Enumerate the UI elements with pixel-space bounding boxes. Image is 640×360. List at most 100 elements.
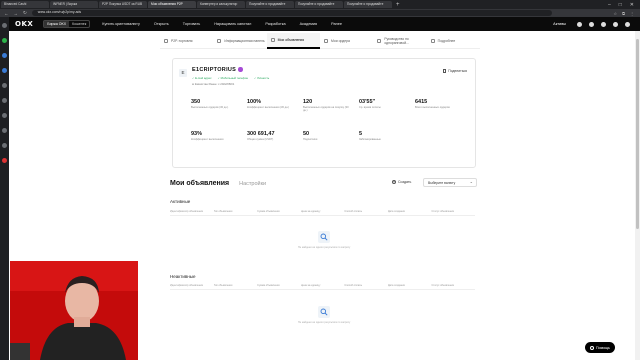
tab-dashboard[interactable]: Информационная панель (213, 33, 267, 49)
column-header: Способ оплаты (344, 284, 363, 287)
sidebar-app-icon[interactable] (2, 113, 7, 118)
sidebar-app-icon[interactable] (2, 128, 7, 133)
mode-switch: Биржа OKX Кошелек (43, 20, 91, 28)
column-header: Статус объявления (431, 284, 454, 287)
p2p-subtabs: P2P-торговля Информационная панель Мои о… (160, 33, 480, 49)
stat-item: 100% Коэффициент выполнения (30 дн.) (247, 99, 290, 109)
stat-item: 93% Коэффициент выполнения (191, 131, 224, 141)
tab-ad-settings[interactable]: Настройки (239, 181, 266, 187)
browser-tab[interactable]: Конвертер и калькулятор (197, 1, 245, 8)
column-header: Цена за единицу (300, 210, 321, 213)
mode-exchange[interactable]: Биржа OKX (44, 21, 70, 27)
extensions-icon[interactable]: ⧉ (622, 11, 625, 16)
sidebar-app-icon[interactable] (2, 158, 7, 163)
new-tab-icon[interactable]: + (396, 2, 400, 8)
window-controls: – □ ✕ (608, 2, 640, 8)
sidebar-app-icon[interactable] (2, 98, 7, 103)
browser-actions: ☆ ⧉ ⋮ (614, 11, 640, 16)
browser-tab[interactable]: Binanced Cashi (1, 1, 49, 8)
help-icon (590, 345, 595, 350)
bell-icon[interactable] (601, 21, 606, 27)
globe-icon[interactable] (625, 21, 630, 27)
nav-item[interactable]: Академия (300, 22, 318, 26)
tab-my-orders[interactable]: Мои ордера (319, 33, 374, 49)
column-header: Тип объявления (213, 284, 233, 287)
nav-item[interactable]: Открыть (154, 22, 169, 26)
bookmark-icon[interactable]: ☆ (614, 11, 618, 16)
share-button[interactable]: Поделиться (442, 69, 467, 73)
column-header: Идентификатор объявления (170, 210, 204, 213)
create-ad-button[interactable]: + Создать (392, 180, 411, 184)
scrollbar[interactable] (635, 31, 640, 360)
sidebar-app-icon[interactable] (2, 38, 7, 43)
empty-state-text: Не найдено ни одного результата по запро… (298, 246, 351, 249)
tab-guide[interactable]: Руководство по одноранговой... (373, 33, 427, 49)
inactive-ads-title: Неактивные (170, 274, 196, 279)
mode-wallet[interactable]: Кошелек (69, 21, 89, 27)
sidebar-app-icon[interactable] (2, 68, 7, 73)
address-bar-row: ← → ↻ www.okx.com/ru/p2p/my-ads ☆ ⧉ ⋮ (0, 9, 640, 17)
sidebar-app-icon[interactable] (2, 23, 7, 28)
forward-icon[interactable]: → (14, 11, 19, 16)
browser-tab[interactable]: Покупайте и продавайте (295, 1, 343, 8)
assets-button[interactable]: Активы (553, 22, 566, 26)
back-icon[interactable]: ← (4, 11, 9, 16)
badge-identity: ✓ Личность (254, 76, 270, 80)
my-ads-header: Мои объявления Настройки (170, 180, 266, 187)
profile-meta: м Казахстан Ранее: с 2022/08/01 (192, 82, 235, 86)
username: E1CRIPTORIUS (192, 67, 243, 73)
help-button[interactable]: Помощь (585, 342, 615, 353)
nav-item[interactable]: Ранее (331, 22, 342, 26)
stat-item: 300 691,47 Общая сумма (USDT) (247, 131, 275, 141)
badge-phone: ✓ Мобильный телефон (217, 76, 249, 80)
profile-card: E E1CRIPTORIUS ✓ E-mail адрес ✓ Мобильны… (172, 58, 476, 168)
browser-tab-bar: Binanced Cashi INFNER | Биржа P2P Покупк… (0, 0, 640, 9)
browser-tab[interactable]: INFNER | Биржа (50, 1, 98, 8)
currency-select[interactable]: Выберите валюту (423, 178, 477, 187)
stat-item: 03'55" Ср. время оплаты (359, 99, 381, 109)
nav-item[interactable]: Разработка (265, 22, 285, 26)
column-header: Сумма объявления (257, 284, 280, 287)
column-header: Способ оплаты (344, 210, 363, 213)
scrollbar-thumb[interactable] (636, 39, 639, 229)
sidebar-app-icon[interactable] (2, 83, 7, 88)
main-nav: Купить криптовалюту Открыть Торговать На… (102, 22, 342, 26)
column-header: Сумма объявления (257, 210, 280, 213)
empty-state-text: Не найдено ни одного результата по запро… (298, 321, 351, 324)
verified-icon (238, 67, 243, 72)
inactive-table-header: Идентификатор объявления Тип объявления … (170, 284, 475, 290)
sidebar-app-icon[interactable] (2, 143, 7, 148)
empty-search-icon (318, 231, 330, 243)
active-ads-title: Активные (170, 199, 191, 204)
guide-icon (377, 38, 382, 43)
tab-more[interactable]: Подробнее (426, 33, 480, 49)
empty-search-icon (318, 306, 330, 318)
menu-icon[interactable]: ⋮ (630, 11, 634, 16)
nav-item[interactable]: Торговать (183, 22, 200, 26)
browser-tab-active[interactable]: Мои объявления P2P (148, 1, 196, 8)
plus-icon: + (392, 180, 396, 184)
tab-my-ads-section[interactable]: Мои объявления (170, 180, 229, 187)
nav-item[interactable]: Наращивать капитал (214, 22, 251, 26)
exchange-icon (164, 38, 168, 43)
browser-tab[interactable]: P2P Покупка USDT за RUB (99, 1, 147, 8)
download-icon[interactable] (589, 21, 594, 27)
maximize-icon[interactable]: □ (619, 2, 622, 8)
logo[interactable]: OKX (15, 20, 33, 28)
browser-tab[interactable]: Покупайте и продавайте (246, 1, 294, 8)
settings-icon[interactable] (613, 21, 618, 27)
browser-tab[interactable]: Покупайте и продавайте (344, 1, 392, 8)
column-header: Дата создания (387, 284, 405, 287)
tab-p2p-trading[interactable]: P2P-торговля (160, 33, 214, 49)
close-icon[interactable]: ✕ (630, 2, 634, 8)
sidebar-app-icon[interactable] (2, 53, 7, 58)
share-icon (442, 69, 447, 73)
url-field[interactable]: www.okx.com/ru/p2p/my-ads (31, 10, 552, 16)
minimize-icon[interactable]: – (608, 2, 611, 8)
column-header: Цена за единицу (300, 284, 321, 287)
avatar: E (179, 69, 187, 77)
tab-my-ads[interactable]: Мои объявления (266, 33, 320, 49)
reload-icon[interactable]: ↻ (23, 10, 27, 16)
profile-icon[interactable] (577, 21, 582, 27)
nav-item[interactable]: Купить криптовалюту (102, 22, 140, 26)
